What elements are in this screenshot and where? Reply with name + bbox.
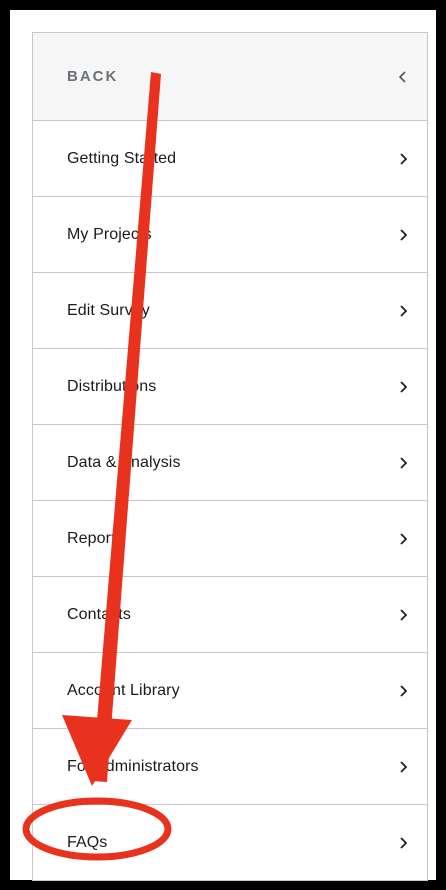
chevron-right-icon [393, 377, 413, 397]
screenshot-frame: BACK Getting Started My Projects Edit Su… [10, 10, 436, 881]
nav-item-label: Getting Started [67, 149, 177, 167]
chevron-right-icon [393, 149, 413, 169]
nav-item-label: Data & Analysis [67, 453, 181, 471]
nav-item-reports[interactable]: Reports [33, 501, 427, 577]
chevron-left-icon [393, 67, 413, 87]
back-label: BACK [67, 68, 119, 85]
nav-item-distributions[interactable]: Distributions [33, 349, 427, 425]
nav-item-label: Account Library [67, 681, 180, 699]
help-navigation-menu: BACK Getting Started My Projects Edit Su… [32, 32, 428, 881]
nav-item-label: Edit Survey [67, 301, 150, 319]
nav-item-label: FAQs [67, 833, 108, 851]
chevron-right-icon [393, 833, 413, 853]
nav-item-label: For Administrators [67, 757, 199, 775]
nav-item-for-administrators[interactable]: For Administrators [33, 729, 427, 805]
back-button[interactable]: BACK [33, 33, 427, 121]
nav-item-edit-survey[interactable]: Edit Survey [33, 273, 427, 349]
nav-item-label: My Projects [67, 225, 152, 243]
nav-item-contacts[interactable]: Contacts [33, 577, 427, 653]
chevron-right-icon [393, 225, 413, 245]
chevron-right-icon [393, 453, 413, 473]
nav-item-faqs[interactable]: FAQs [33, 805, 427, 880]
nav-item-my-projects[interactable]: My Projects [33, 197, 427, 273]
chevron-right-icon [393, 301, 413, 321]
nav-item-getting-started[interactable]: Getting Started [33, 121, 427, 197]
nav-item-label: Reports [67, 529, 124, 547]
nav-item-label: Contacts [67, 605, 131, 623]
chevron-right-icon [393, 757, 413, 777]
nav-item-data-analysis[interactable]: Data & Analysis [33, 425, 427, 501]
nav-item-label: Distributions [67, 377, 157, 395]
chevron-right-icon [393, 529, 413, 549]
chevron-right-icon [393, 605, 413, 625]
chevron-right-icon [393, 681, 413, 701]
nav-item-account-library[interactable]: Account Library [33, 653, 427, 729]
